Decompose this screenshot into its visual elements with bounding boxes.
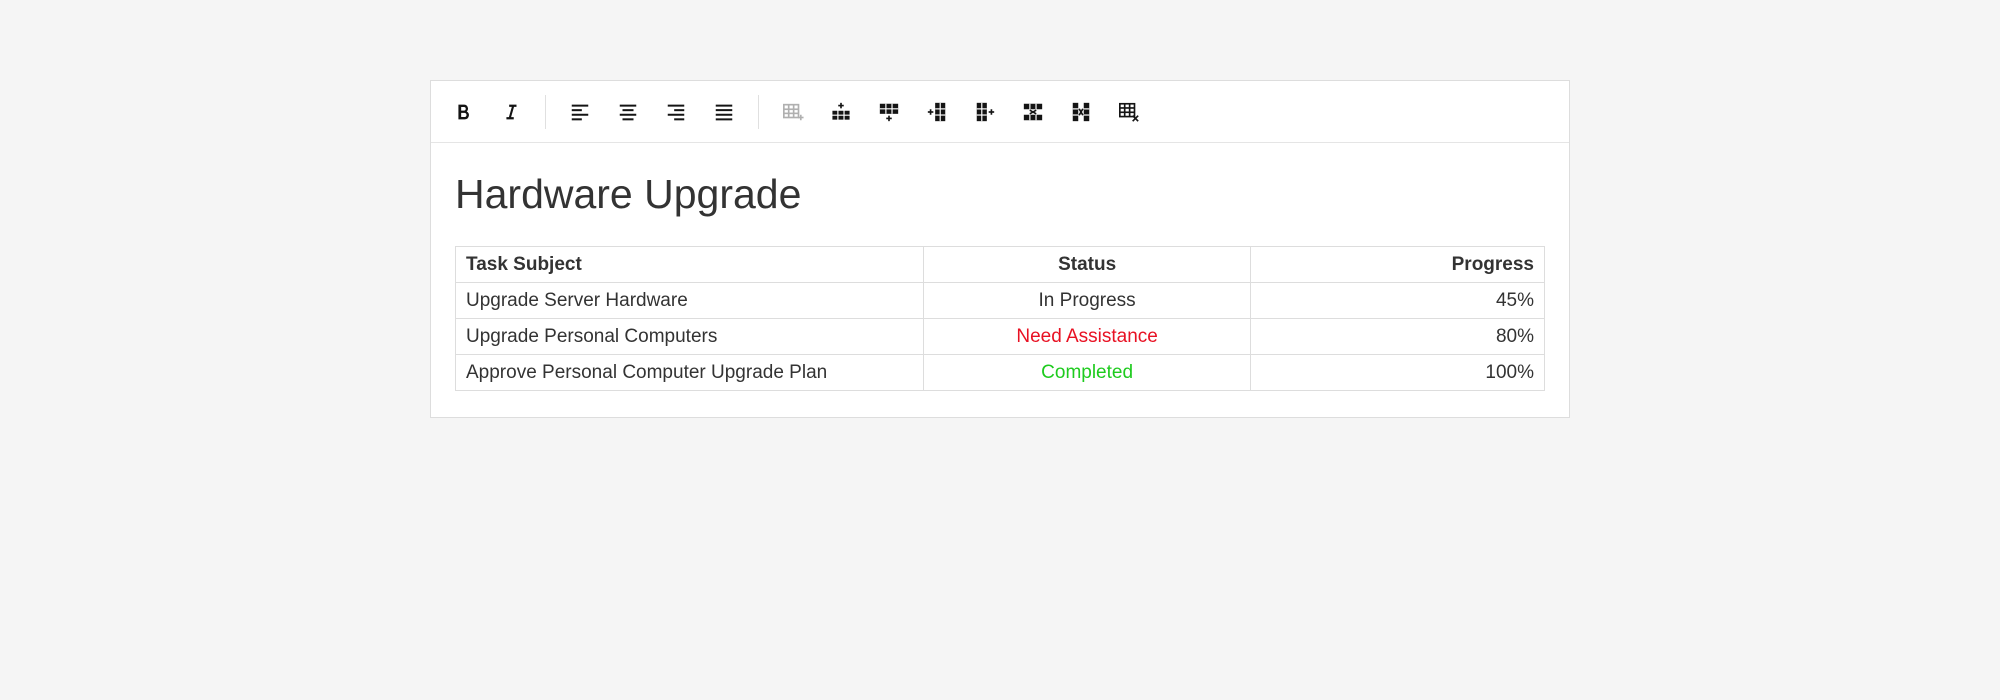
task-table[interactable]: Task Subject Status Progress Upgrade Ser…	[455, 246, 1545, 391]
cell-progress[interactable]: 100%	[1250, 355, 1544, 391]
header-status[interactable]: Status	[924, 247, 1251, 283]
rich-text-editor: Hardware Upgrade Task Subject Status Pro…	[430, 80, 1570, 418]
delete-row-icon	[1022, 101, 1044, 123]
delete-column-icon	[1070, 101, 1092, 123]
document-title[interactable]: Hardware Upgrade	[455, 171, 1545, 218]
insert-column-right-icon	[974, 101, 996, 123]
align-justify-icon	[713, 101, 735, 123]
align-left-button[interactable]	[556, 88, 604, 136]
editor-toolbar	[431, 81, 1569, 143]
align-right-button[interactable]	[652, 88, 700, 136]
delete-column-button[interactable]	[1057, 88, 1105, 136]
insert-table-button	[769, 88, 817, 136]
delete-table-button[interactable]	[1105, 88, 1153, 136]
toolbar-separator	[758, 95, 759, 129]
table-row: Upgrade Server HardwareIn Progress45%	[456, 283, 1545, 319]
insert-column-left-icon	[926, 101, 948, 123]
italic-button[interactable]	[487, 88, 535, 136]
align-right-icon	[665, 101, 687, 123]
bold-icon	[452, 101, 474, 123]
align-center-button[interactable]	[604, 88, 652, 136]
italic-icon	[500, 101, 522, 123]
table-row: Approve Personal Computer Upgrade PlanCo…	[456, 355, 1545, 391]
align-center-icon	[617, 101, 639, 123]
insert-row-above-icon	[830, 101, 852, 123]
cell-status[interactable]: Need Assistance	[924, 319, 1251, 355]
align-justify-button[interactable]	[700, 88, 748, 136]
cell-progress[interactable]: 80%	[1250, 319, 1544, 355]
header-subject[interactable]: Task Subject	[456, 247, 924, 283]
delete-row-button[interactable]	[1009, 88, 1057, 136]
header-progress[interactable]: Progress	[1250, 247, 1544, 283]
editor-content[interactable]: Hardware Upgrade Task Subject Status Pro…	[431, 143, 1569, 417]
table-header-row: Task Subject Status Progress	[456, 247, 1545, 283]
cell-subject[interactable]: Upgrade Personal Computers	[456, 319, 924, 355]
insert-column-right-button[interactable]	[961, 88, 1009, 136]
cell-status[interactable]: Completed	[924, 355, 1251, 391]
insert-row-below-button[interactable]	[865, 88, 913, 136]
toolbar-separator	[545, 95, 546, 129]
table-row: Upgrade Personal ComputersNeed Assistanc…	[456, 319, 1545, 355]
cell-subject[interactable]: Approve Personal Computer Upgrade Plan	[456, 355, 924, 391]
delete-table-icon	[1118, 101, 1140, 123]
insert-row-above-button[interactable]	[817, 88, 865, 136]
cell-progress[interactable]: 45%	[1250, 283, 1544, 319]
insert-column-left-button[interactable]	[913, 88, 961, 136]
insert-row-below-icon	[878, 101, 900, 123]
cell-subject[interactable]: Upgrade Server Hardware	[456, 283, 924, 319]
cell-status[interactable]: In Progress	[924, 283, 1251, 319]
insert-table-icon	[782, 101, 804, 123]
bold-button[interactable]	[439, 88, 487, 136]
align-left-icon	[569, 101, 591, 123]
